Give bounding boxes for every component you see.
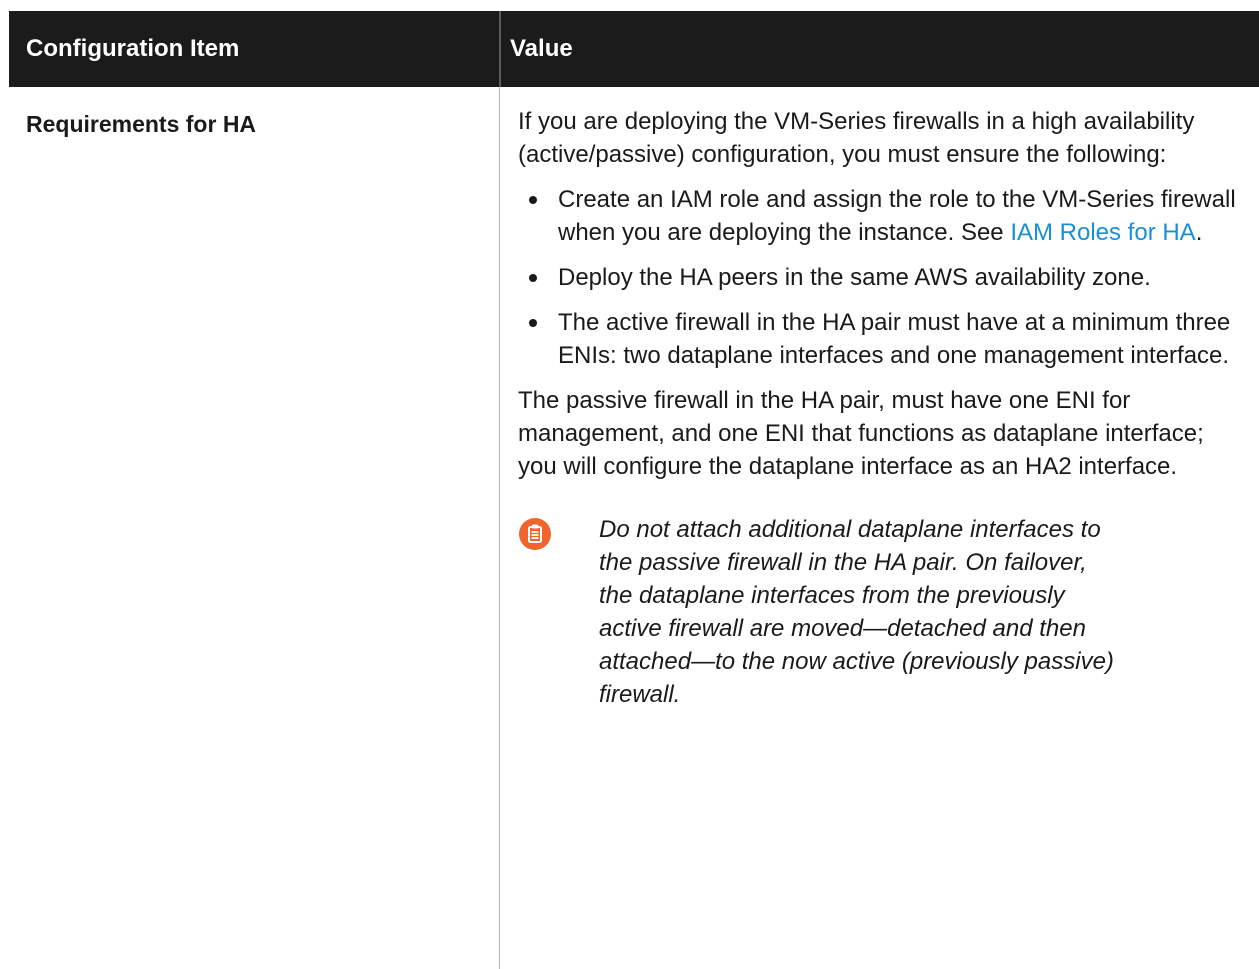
config-table: Configuration Item Value Requirements fo… [9, 11, 1259, 969]
table-header-row: Configuration Item Value [9, 11, 1259, 87]
bullet-period: . [1195, 219, 1203, 246]
note-text: Do not attach additional dataplane inter… [599, 516, 1114, 708]
header-value: Value [510, 35, 573, 62]
requirements-list: Create an IAM role and assign the role t… [518, 183, 1238, 372]
list-item: The active firewall in the HA pair must … [529, 306, 1238, 372]
row-value-cell: If you are deploying the VM-Series firew… [518, 105, 1238, 711]
intro-paragraph: If you are deploying the VM-Series firew… [518, 108, 1195, 168]
header-divider [499, 11, 501, 87]
clipboard-note-icon [519, 518, 551, 550]
list-item: Create an IAM role and assign the role t… [529, 183, 1238, 249]
row-item-requirements-for-ha: Requirements for HA [26, 111, 257, 137]
note-block: Do not attach additional dataplane inter… [518, 513, 1238, 711]
iam-roles-link[interactable]: IAM Roles for HA [1010, 219, 1195, 246]
header-configuration-item: Configuration Item [26, 35, 240, 62]
list-item: Deploy the HA peers in the same AWS avai… [529, 261, 1238, 294]
column-divider [499, 87, 500, 969]
passive-paragraph: The passive firewall in the HA pair, mus… [518, 387, 1204, 480]
